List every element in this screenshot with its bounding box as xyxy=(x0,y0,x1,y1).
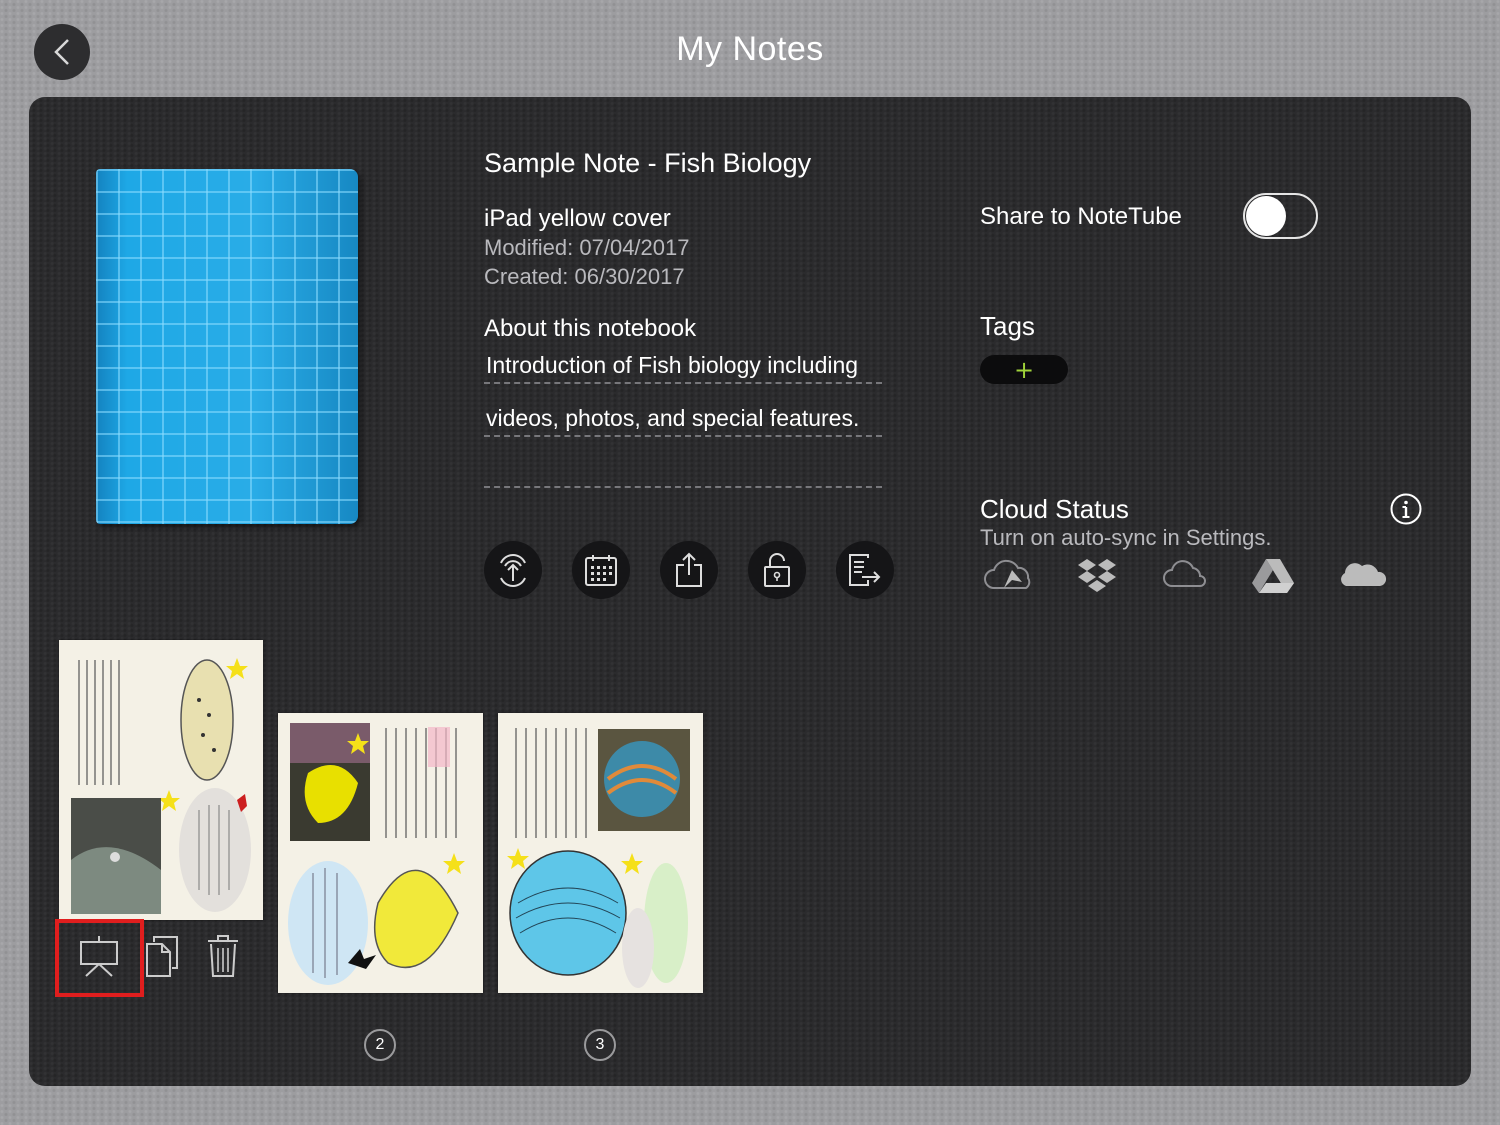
icloud-drive-icon[interactable] xyxy=(982,556,1038,594)
page-number-badge-2: 2 xyxy=(364,1029,396,1061)
notetube-upload-button[interactable] xyxy=(484,541,542,599)
calendar-icon xyxy=(585,555,617,586)
lock-button[interactable] xyxy=(748,541,806,599)
tags-label: Tags xyxy=(980,311,1035,341)
page-thumbnail-2[interactable] xyxy=(278,713,483,993)
export-button[interactable] xyxy=(836,541,894,599)
lock-icon xyxy=(764,553,790,587)
note-title: Sample Note - Fish Biology xyxy=(484,148,812,178)
description-line-3[interactable] xyxy=(484,456,882,488)
toggle-knob xyxy=(1246,196,1286,236)
cloud-status-subtitle: Turn on auto-sync in Settings. xyxy=(980,525,1272,550)
share-button[interactable] xyxy=(660,541,718,599)
created-date: Created: 06/30/2017 xyxy=(484,264,685,289)
page-3-artwork xyxy=(507,728,690,988)
page-2-artwork xyxy=(288,723,465,985)
trash-icon[interactable] xyxy=(206,934,240,978)
export-icon xyxy=(849,554,881,586)
calendar-button[interactable] xyxy=(572,541,630,599)
share-notetube-toggle[interactable] xyxy=(1243,193,1318,239)
plus-icon: + xyxy=(1013,355,1035,384)
onedrive-icon[interactable] xyxy=(1336,556,1388,592)
cloud-status-label: Cloud Status xyxy=(980,494,1129,524)
add-tag-button[interactable]: + xyxy=(980,355,1068,384)
notebook-cover[interactable] xyxy=(96,169,358,524)
share-notetube-label: Share to NoteTube xyxy=(980,203,1182,230)
info-icon[interactable] xyxy=(1390,493,1422,525)
page-thumbnail-1[interactable] xyxy=(59,640,263,920)
description-line-2[interactable]: videos, photos, and special features. xyxy=(484,405,882,437)
share-icon xyxy=(676,552,702,587)
about-label: About this notebook xyxy=(484,315,697,342)
cover-name: iPad yellow cover xyxy=(484,205,671,232)
dropbox-icon[interactable] xyxy=(1076,556,1118,596)
description-line-1[interactable]: Introduction of Fish biology including xyxy=(484,352,882,384)
duplicate-icon[interactable] xyxy=(144,934,180,978)
google-drive-icon[interactable] xyxy=(1250,556,1296,596)
presentation-button-highlight xyxy=(55,919,144,997)
notetube-upload-icon xyxy=(500,554,526,587)
page-thumbnail-3[interactable] xyxy=(498,713,703,993)
modified-date: Modified: 07/04/2017 xyxy=(484,235,690,260)
page-title: My Notes xyxy=(676,30,824,68)
page-number-badge-3: 3 xyxy=(584,1029,616,1061)
page-1-artwork xyxy=(67,650,251,914)
icloud-icon[interactable] xyxy=(1162,556,1208,592)
